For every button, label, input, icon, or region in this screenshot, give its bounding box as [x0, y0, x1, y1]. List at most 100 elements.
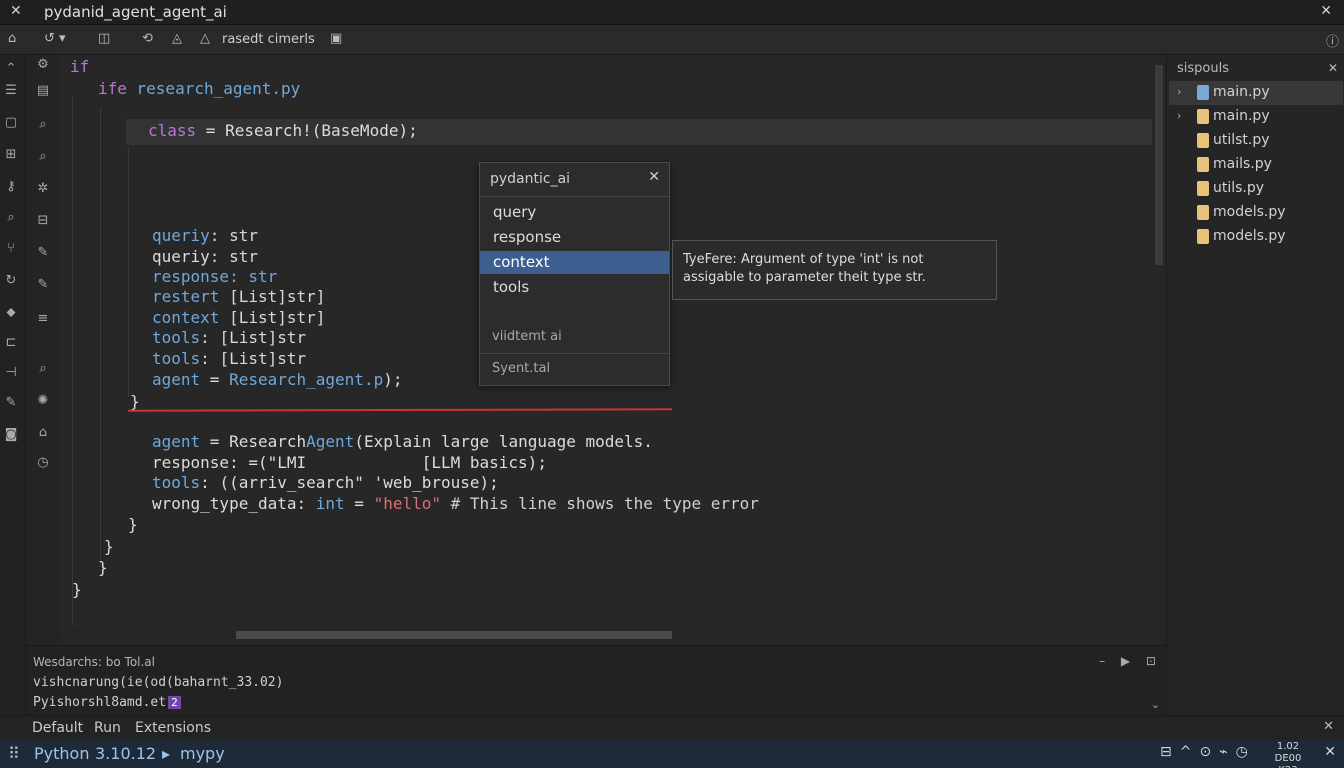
grid-icon[interactable]: ⠿ — [8, 744, 20, 763]
code-token: tools — [152, 349, 201, 368]
code-token: } — [98, 558, 108, 577]
python-file-icon — [1197, 85, 1209, 100]
type-checker[interactable]: mypy — [180, 744, 225, 763]
tab-extensions[interactable]: Extensions — [135, 720, 211, 736]
suggestion-item-query[interactable]: query — [480, 201, 669, 224]
undo-icon[interactable]: ↺ ▾ — [44, 31, 66, 46]
branch-icon[interactable]: ⑂ — [0, 241, 22, 256]
code-line: } — [98, 558, 108, 577]
list-icon[interactable]: ≡ — [34, 311, 52, 326]
explorer-title: sispouls — [1177, 61, 1229, 76]
search-icon[interactable]: ⌕ — [34, 361, 52, 376]
clock-icon[interactable]: ◷ — [34, 455, 52, 470]
info-icon[interactable]: ⓘ — [1326, 31, 1339, 50]
divider — [480, 196, 669, 197]
code-token: } — [128, 515, 138, 534]
code-token: tools — [152, 328, 201, 347]
language-mode[interactable]: Python — [34, 744, 89, 763]
close-icon[interactable]: ✕ — [10, 3, 22, 19]
extensions-icon[interactable]: ⊞ — [0, 147, 22, 162]
popup-footer-action[interactable]: Syent.tal — [492, 361, 550, 376]
python-file-icon — [1197, 157, 1209, 172]
python-version[interactable]: 3.10.12 — [95, 744, 156, 763]
debug-icon[interactable]: ◬ — [172, 31, 182, 46]
file-item[interactable]: mails.py — [1169, 153, 1343, 177]
settings-panel-icon[interactable]: ▣ — [330, 31, 342, 46]
pencil-icon[interactable]: ✎ — [34, 277, 52, 292]
refresh-icon[interactable]: ↻ — [0, 273, 22, 288]
camera-icon[interactable]: ◙ — [0, 427, 22, 442]
close-icon[interactable]: ✕ — [1324, 744, 1336, 760]
search-icon[interactable]: ⌕ — [34, 117, 52, 132]
code-line: ife research_agent.py — [98, 79, 300, 98]
indent-guide — [72, 95, 73, 625]
building-icon[interactable]: ⌂ — [34, 425, 52, 440]
pin-icon[interactable]: ⊣ — [0, 365, 22, 380]
close-window-icon[interactable]: ✕ — [1320, 3, 1332, 19]
close-icon[interactable]: ✕ — [1328, 61, 1338, 75]
code-line: context [List]str] — [152, 308, 325, 327]
pencil-icon[interactable]: ✎ — [34, 245, 52, 260]
collapse-icon[interactable]: ⌃ — [0, 61, 22, 76]
document-icon[interactable]: ▤ — [34, 83, 52, 98]
code-line: queriy: str — [152, 247, 258, 266]
tag-icon[interactable]: ⬥ — [0, 305, 22, 320]
code-line: } — [72, 580, 82, 599]
panel-title: Wesdarchs: bo Tol.al — [33, 655, 155, 669]
popup-footer-source: viidtemt ai — [492, 329, 562, 344]
indent-guide — [128, 147, 129, 397]
frame-icon[interactable]: ⊏ — [0, 335, 22, 350]
code-line: if — [70, 57, 89, 76]
code-token: [List]str] — [219, 308, 326, 327]
file-item[interactable]: › main.py — [1169, 81, 1343, 105]
python-file-icon — [1197, 229, 1209, 244]
tab-run[interactable]: Run — [94, 720, 121, 736]
vertical-scrollbar[interactable] — [1152, 55, 1166, 630]
autocomplete-popup: pydantic_ai ✕ query response context tools … — [479, 162, 670, 386]
database-icon[interactable]: ⊟ — [34, 213, 52, 228]
chevron-right-icon[interactable]: › — [1177, 85, 1181, 98]
search-icon[interactable]: ⌕ — [34, 149, 52, 164]
suggestion-item-tools[interactable]: tools — [480, 276, 669, 299]
chevron-down-icon[interactable]: ⌄ — [1151, 698, 1160, 711]
search-icon[interactable]: ⌕ — [0, 210, 22, 225]
play-icon[interactable]: ▸ — [162, 744, 170, 763]
code-token: Research_agent.p — [229, 370, 384, 389]
suggestion-item-context[interactable]: context — [480, 251, 669, 274]
code-token: (Explain large language models. — [354, 432, 653, 451]
settings-icon[interactable]: ⚙ — [34, 57, 52, 72]
suggestion-item-response[interactable]: response — [480, 226, 669, 249]
scroll-thumb[interactable] — [1155, 65, 1163, 265]
debug-icon[interactable]: ✲ — [34, 181, 52, 196]
gear-icon[interactable]: ✺ — [34, 393, 52, 408]
tab-default[interactable]: Default — [32, 720, 83, 736]
clock: 1.02DE00 K23 — [1268, 741, 1308, 768]
edit-icon[interactable]: ✎ — [0, 395, 22, 410]
code-line: tools: ((arriv_search" 'web_brouse); — [152, 473, 499, 492]
chevron-right-icon[interactable]: › — [1177, 109, 1181, 122]
file-item[interactable]: utils.py — [1169, 177, 1343, 201]
code-token: tools — [152, 473, 201, 492]
file-item[interactable]: › main.py — [1169, 105, 1343, 129]
scroll-thumb[interactable] — [236, 631, 672, 639]
file-item[interactable]: utilst.py — [1169, 129, 1343, 153]
alert-icon[interactable]: △ — [200, 31, 210, 46]
close-icon[interactable]: ✕ — [1323, 719, 1334, 734]
panel-controls[interactable]: – ▶ ⊡ — [1099, 654, 1162, 668]
tray-icons[interactable]: ⊟^⊙⌁◷ — [1160, 744, 1256, 760]
horizontal-scrollbar[interactable] — [60, 628, 1152, 642]
window-icon[interactable]: ▢ — [0, 115, 22, 130]
file-item[interactable]: models.py — [1169, 201, 1343, 225]
toolbar-label[interactable]: rasedt cimerls — [222, 32, 315, 47]
close-icon[interactable]: ✕ — [648, 169, 660, 185]
file-name: mails.py — [1213, 156, 1272, 172]
home-icon[interactable]: ⌂ — [8, 31, 16, 46]
file-item[interactable]: models.py — [1169, 225, 1343, 249]
code-token: } — [72, 580, 82, 599]
run-icon[interactable]: ⟲ — [142, 31, 153, 46]
split-view-icon[interactable]: ◫ — [98, 31, 110, 46]
key-icon[interactable]: ⚷ — [0, 179, 22, 194]
code-token: "hello" — [373, 494, 442, 513]
code-token: context — [152, 308, 220, 327]
list-icon[interactable]: ☰ — [0, 83, 22, 98]
